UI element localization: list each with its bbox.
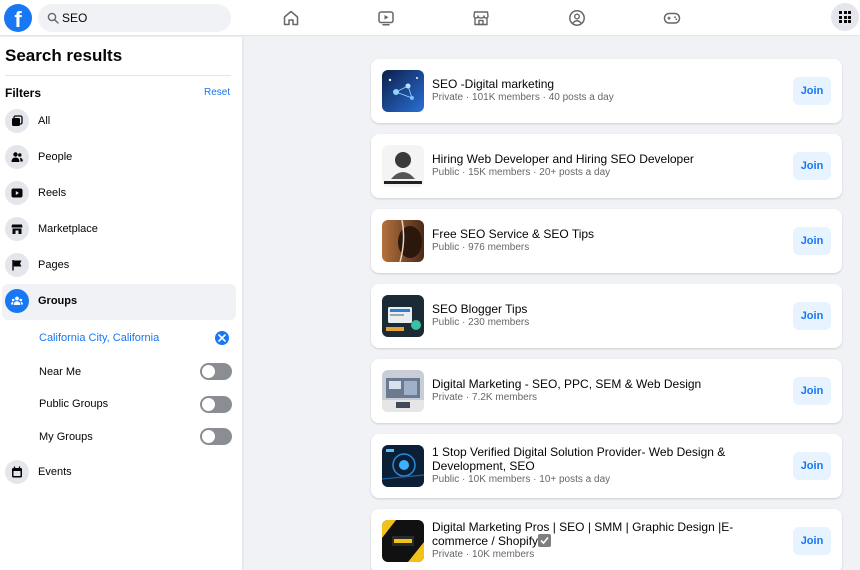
group-result-card[interactable]: Hiring Web Developer and Hiring SEO Deve… — [371, 134, 842, 198]
top-navigation-bar: f — [0, 0, 860, 36]
page-title: Search results — [5, 46, 123, 65]
groups-icon[interactable] — [568, 9, 586, 27]
group-title[interactable]: 1 Stop Verified Digital Solution Provide… — [432, 445, 742, 473]
group-title[interactable]: SEO -Digital marketing — [432, 77, 742, 91]
filter-item-reels[interactable]: Reels — [2, 176, 236, 212]
watch-icon[interactable] — [377, 9, 395, 27]
public-groups-label: Public Groups — [39, 398, 109, 410]
filter-item-pages[interactable]: Pages — [2, 248, 236, 284]
location-filter[interactable]: California City, California — [39, 332, 159, 344]
filter-item-groups[interactable]: Groups — [2, 284, 236, 320]
flag-icon — [5, 253, 29, 277]
group-title[interactable]: Digital Marketing Pros | SEO | SMM | Gra… — [432, 520, 742, 548]
clear-location-button[interactable] — [215, 331, 229, 345]
filters-sidebar: Search results Filters Reset All People … — [0, 37, 242, 570]
join-button[interactable]: Join — [793, 377, 831, 405]
my-groups-toggle[interactable] — [200, 428, 232, 445]
group-meta: Private · 10K members — [432, 549, 535, 560]
group-title-text: Digital Marketing Pros | SEO | SMM | Gra… — [432, 520, 734, 548]
menu-button[interactable] — [831, 3, 859, 31]
group-cover-image — [382, 370, 424, 412]
join-button[interactable]: Join — [793, 452, 831, 480]
group-result-card[interactable]: SEO -Digital marketing Private · 101K me… — [371, 59, 842, 123]
group-title[interactable]: Free SEO Service & SEO Tips — [432, 227, 742, 241]
my-groups-label: My Groups — [39, 431, 93, 443]
home-icon[interactable] — [282, 9, 300, 27]
search-icon — [47, 12, 59, 24]
filter-item-label: All — [38, 115, 51, 127]
gaming-icon[interactable] — [663, 9, 681, 27]
group-meta: Public · 15K members · 20+ posts a day — [432, 167, 611, 178]
public-groups-toggle[interactable] — [200, 396, 232, 413]
group-meta: Public · 976 members — [432, 242, 530, 253]
join-button[interactable]: Join — [793, 77, 831, 105]
group-result-card[interactable]: 1 Stop Verified Digital Solution Provide… — [371, 434, 842, 498]
filter-item-label: People — [38, 151, 73, 163]
group-cover-image — [382, 295, 424, 337]
checkbox-emoji-icon — [538, 534, 552, 547]
near-me-toggle[interactable] — [200, 363, 232, 380]
group-result-card[interactable]: SEO Blogger Tips Public · 230 members Jo… — [371, 284, 842, 348]
group-result-card[interactable]: Digital Marketing - SEO, PPC, SEM & Web … — [371, 359, 842, 423]
group-title[interactable]: SEO Blogger Tips — [432, 302, 742, 316]
group-cover-image — [382, 70, 424, 112]
join-button[interactable]: Join — [793, 227, 831, 255]
filters-heading: Filters — [5, 86, 42, 100]
filter-item-events[interactable]: Events — [2, 455, 236, 491]
group-title[interactable]: Digital Marketing - SEO, PPC, SEM & Web … — [432, 377, 742, 391]
group-cover-image — [382, 445, 424, 487]
divider — [5, 75, 231, 76]
group-meta: Private · 101K members · 40 posts a day — [432, 92, 614, 103]
search-box[interactable] — [38, 4, 231, 32]
join-button[interactable]: Join — [793, 527, 831, 555]
reels-icon — [5, 181, 29, 205]
filter-item-marketplace[interactable]: Marketplace — [2, 212, 236, 248]
groups-icon — [5, 289, 29, 313]
menu-icon — [839, 11, 851, 23]
group-result-card[interactable]: Digital Marketing Pros | SEO | SMM | Gra… — [371, 509, 842, 570]
join-button[interactable]: Join — [793, 302, 831, 330]
search-input[interactable] — [62, 9, 222, 27]
reset-filters-link[interactable]: Reset — [204, 87, 230, 98]
group-result-card[interactable]: Free SEO Service & SEO Tips Public · 976… — [371, 209, 842, 273]
marketplace-icon[interactable] — [472, 9, 490, 27]
calendar-icon — [5, 460, 29, 484]
filter-item-label: Groups — [38, 295, 78, 307]
group-meta: Public · 10K members · 10+ posts a day — [432, 474, 611, 485]
group-meta: Private · 7.2K members — [432, 392, 538, 403]
all-icon — [5, 109, 29, 133]
group-title[interactable]: Hiring Web Developer and Hiring SEO Deve… — [432, 152, 742, 166]
group-cover-image — [382, 145, 424, 187]
filter-item-people[interactable]: People — [2, 140, 236, 176]
near-me-label: Near Me — [39, 366, 82, 378]
filter-item-label: Events — [38, 466, 72, 478]
filter-item-label: Marketplace — [38, 223, 98, 235]
people-icon — [5, 145, 29, 169]
marketplace-icon — [5, 217, 29, 241]
filter-item-label: Pages — [38, 259, 70, 271]
group-cover-image — [382, 220, 424, 262]
close-icon — [218, 334, 226, 342]
filter-item-label: Reels — [38, 187, 67, 199]
facebook-logo-icon[interactable]: f — [4, 4, 32, 32]
filter-item-all[interactable]: All — [2, 104, 236, 140]
join-button[interactable]: Join — [793, 152, 831, 180]
group-meta: Public · 230 members — [432, 317, 530, 328]
group-cover-image — [382, 520, 424, 562]
